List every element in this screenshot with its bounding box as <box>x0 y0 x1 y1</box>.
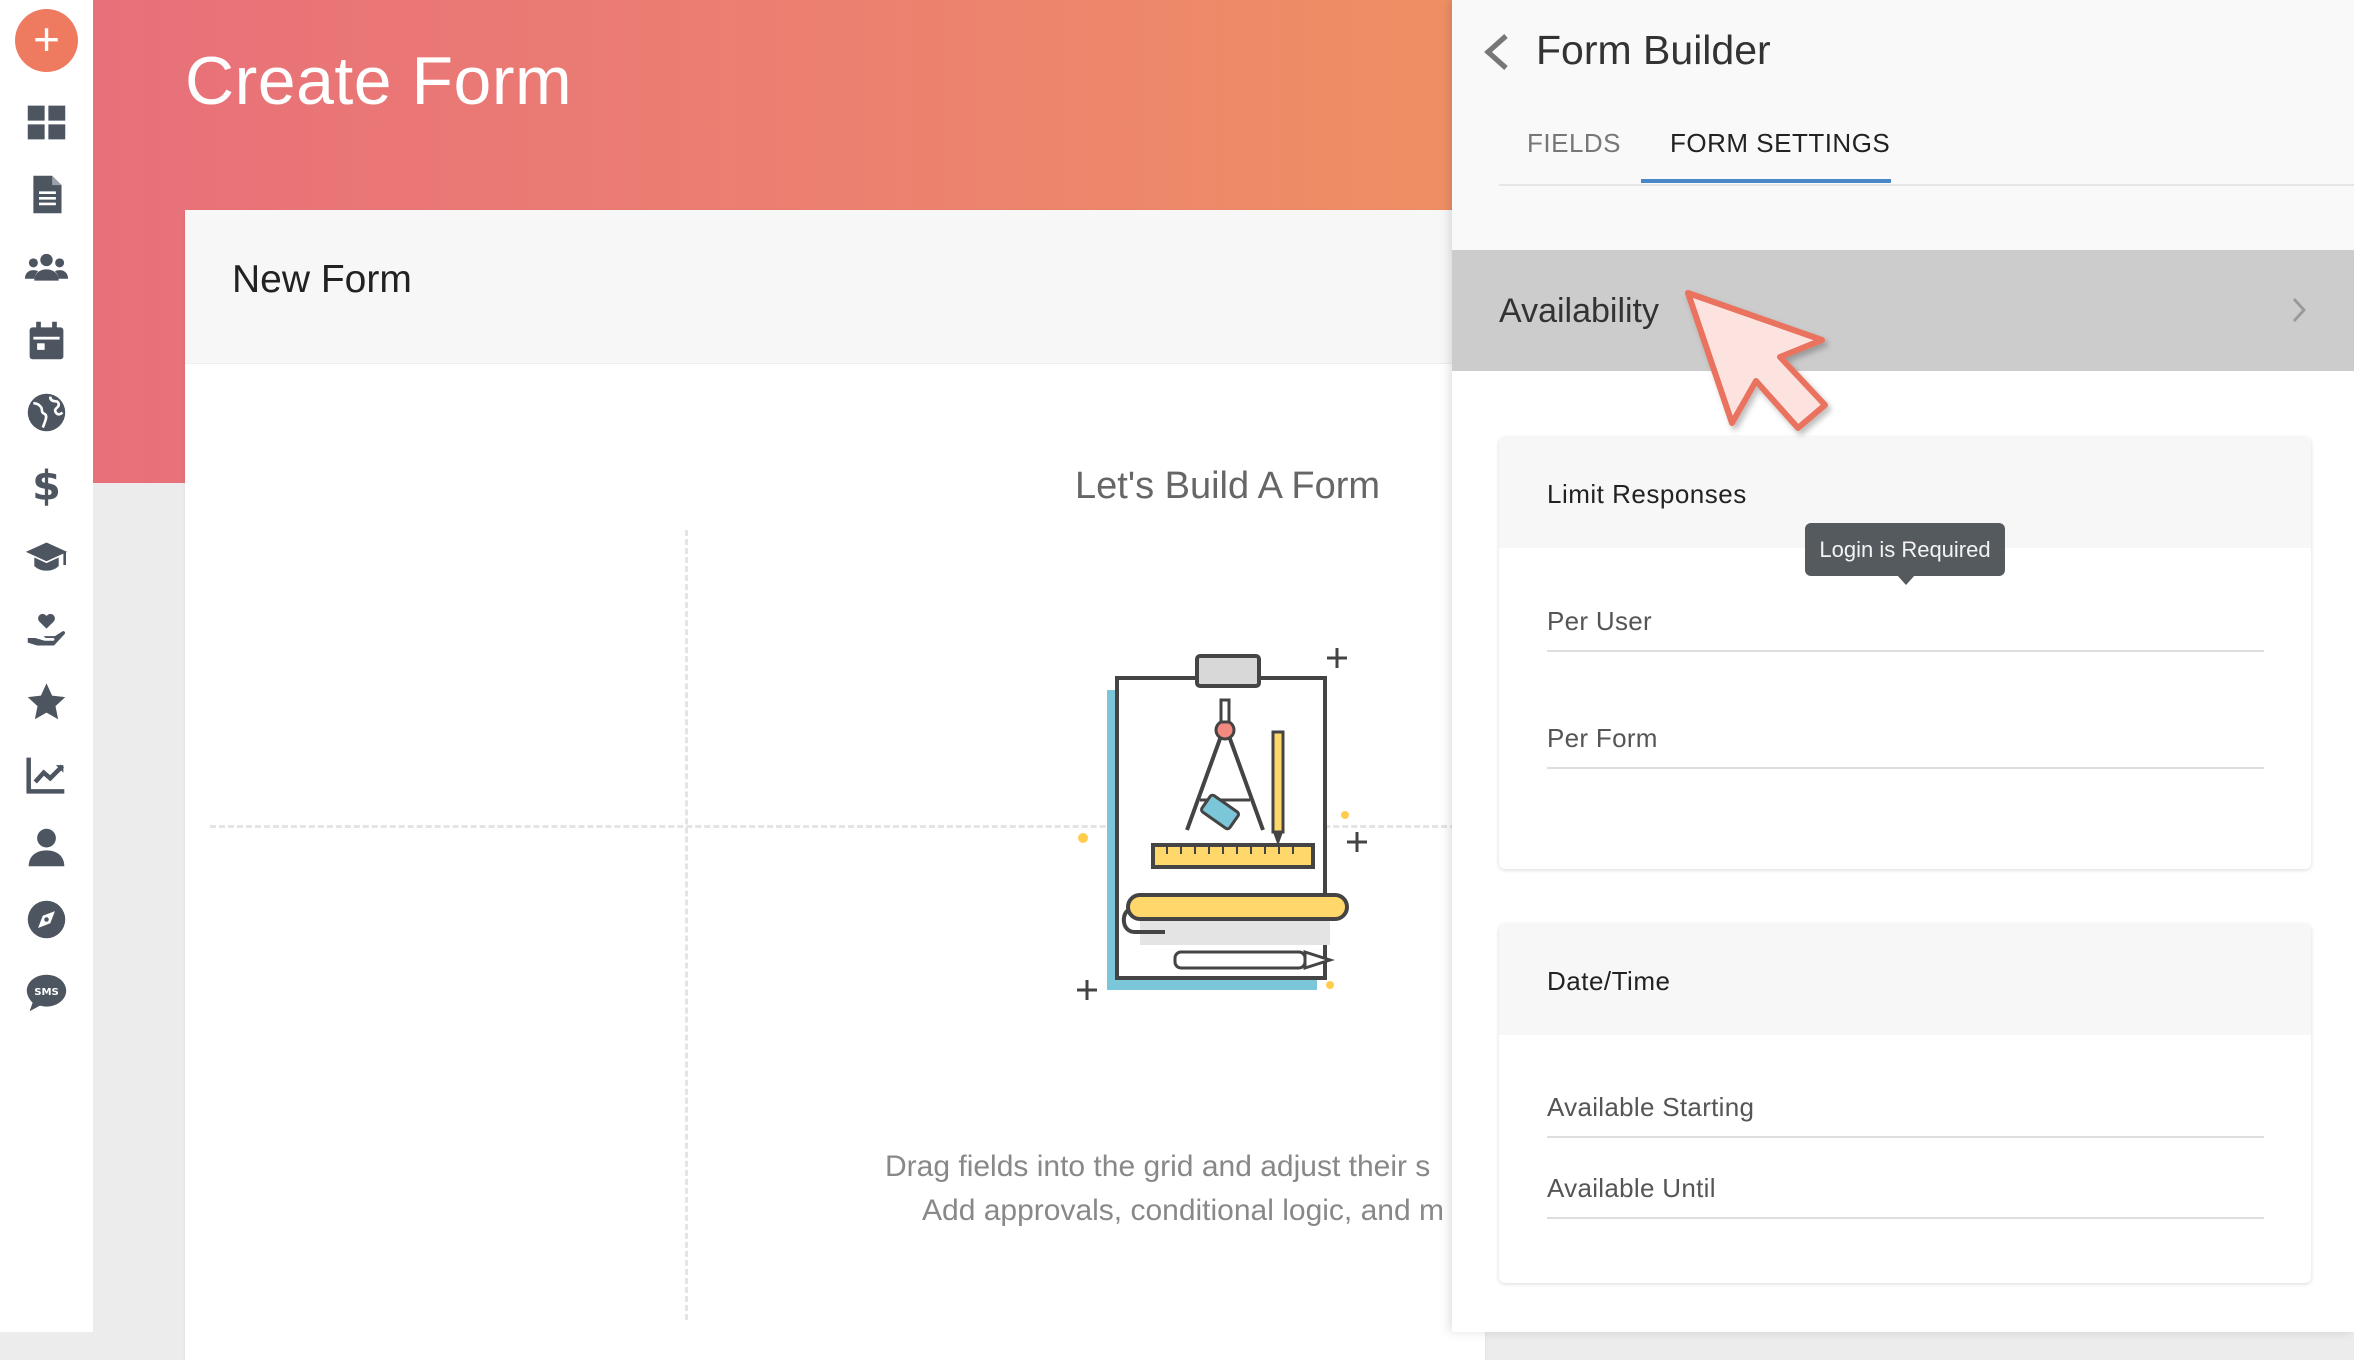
form-card: New Form Let's Build A Form Drag fields … <box>185 210 1510 1360</box>
date-time-section-header: Date/Time <box>1499 924 2311 1035</box>
form-name[interactable]: New Form <box>232 258 412 302</box>
panel-tabs: FIELDS FORM SETTINGS <box>1499 118 2354 186</box>
availability-label: Availability <box>1499 292 1660 330</box>
document-icon[interactable] <box>24 172 69 217</box>
field-label: Per User <box>1547 606 1652 636</box>
dollar-icon[interactable]: $ <box>24 462 69 507</box>
sms-icon[interactable]: SMS <box>24 970 69 1015</box>
availability-row[interactable]: Availability <box>1452 250 2354 371</box>
chart-icon[interactable] <box>24 752 69 797</box>
page-title: Create Form <box>185 43 573 119</box>
section-title: Date/Time <box>1547 966 1671 996</box>
panel-title: Form Builder <box>1536 27 1771 73</box>
grid-guide-vertical <box>685 530 688 1320</box>
form-card-header: New Form <box>185 210 1485 364</box>
field-label: Available Until <box>1547 1173 1716 1203</box>
form-builder-illustration-icon <box>1077 648 1367 1000</box>
form-builder-panel-header: Form Builder FIELDS FORM SETTINGS <box>1452 0 2354 250</box>
graduation-cap-icon[interactable] <box>24 535 69 580</box>
chevron-right-icon <box>2292 298 2306 322</box>
user-icon[interactable] <box>24 825 69 870</box>
available-starting-field[interactable]: Available Starting <box>1547 1084 2264 1138</box>
add-button[interactable]: + <box>15 9 78 72</box>
form-builder-panel: Form Builder FIELDS FORM SETTINGS Availa… <box>1452 0 2354 1332</box>
dashboard-icon[interactable] <box>24 100 69 145</box>
tab-fields[interactable]: FIELDS <box>1527 128 1621 159</box>
per-form-field[interactable]: Per Form <box>1547 715 2264 769</box>
field-label: Per Form <box>1547 723 1658 753</box>
available-until-field[interactable]: Available Until <box>1547 1165 2264 1219</box>
field-label: Available Starting <box>1547 1092 1755 1122</box>
compass-icon[interactable] <box>24 897 69 942</box>
tab-form-settings[interactable]: FORM SETTINGS <box>1670 128 1890 159</box>
calendar-icon[interactable] <box>24 318 69 363</box>
date-time-section: Date/Time Available Starting Available U… <box>1499 924 2311 1283</box>
pointer-cursor-icon <box>1685 290 1828 431</box>
hand-heart-icon[interactable] <box>24 607 69 652</box>
section-title: Limit Responses <box>1547 479 1747 509</box>
login-required-tooltip: Login is Required <box>1805 523 2005 576</box>
users-icon[interactable] <box>24 245 69 290</box>
back-chevron-icon[interactable] <box>1480 32 1514 72</box>
svg-text:SMS: SMS <box>34 987 59 998</box>
per-user-field[interactable]: Per User <box>1547 598 2264 652</box>
active-tab-indicator <box>1641 179 1891 183</box>
left-sidebar: + $ SMS <box>0 0 93 1332</box>
svg-text:$: $ <box>32 462 61 507</box>
star-icon[interactable] <box>24 680 69 725</box>
limit-responses-section: Limit Responses Per User Per Form <box>1499 437 2311 869</box>
globe-icon[interactable] <box>24 390 69 435</box>
tooltip-arrow <box>1897 575 1915 585</box>
